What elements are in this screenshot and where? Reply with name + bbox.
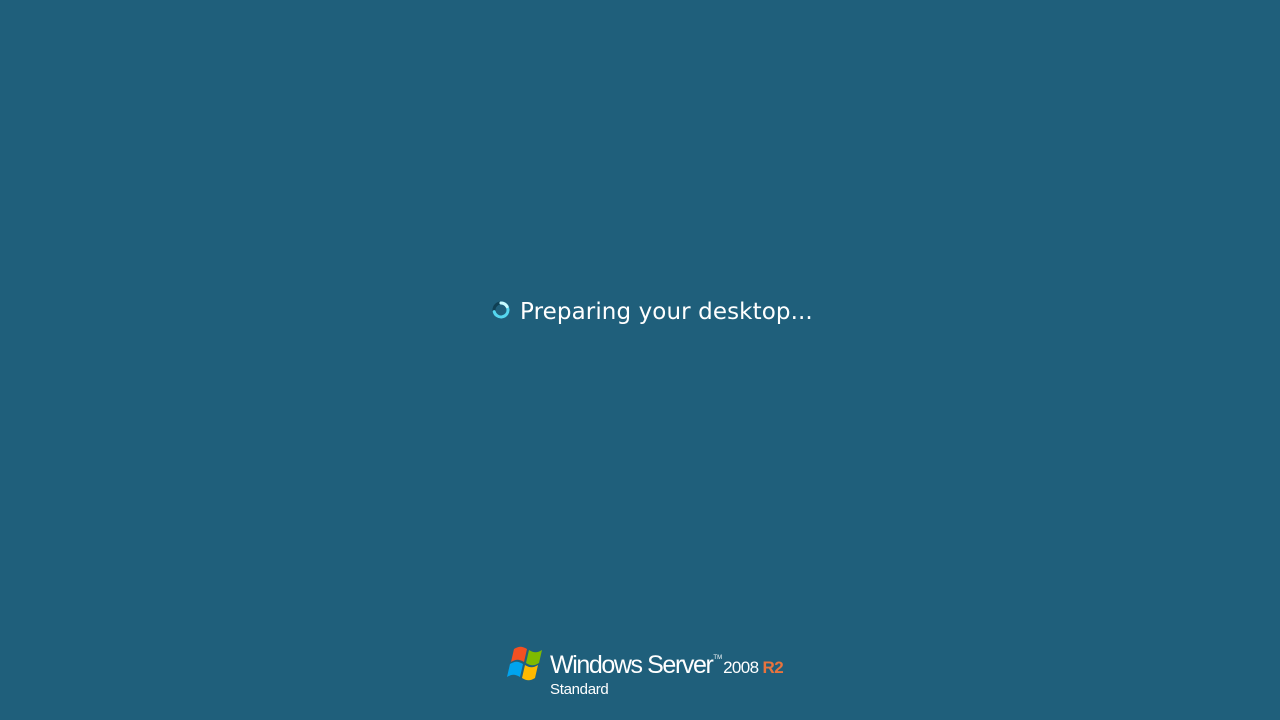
product-year: 2008 [723,658,759,677]
login-screen: { "screen": { "background_color": "#1f5f… [0,0,1280,720]
status-message: Preparing your desktop... [491,296,813,328]
busy-spinner-icon [491,300,511,320]
product-name: Windows Server [550,651,714,679]
status-text: Preparing your desktop... [520,299,813,325]
product-release: R2 [762,658,784,677]
windows-server-branding: Windows ServerTM2008 R2 Standard [506,644,784,702]
product-edition: Standard [550,681,609,698]
windows-flag-icon [506,644,550,686]
trademark-mark: TM [713,655,723,661]
product-wordmark: Windows ServerTM2008 R2 [550,651,784,680]
